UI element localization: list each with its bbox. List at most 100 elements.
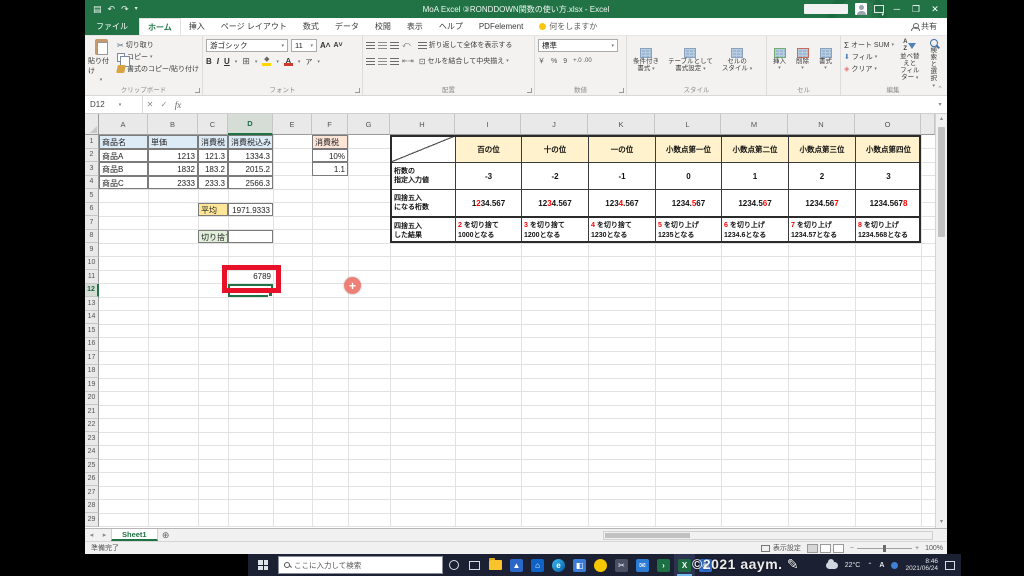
align-center-icon[interactable] (378, 58, 387, 65)
row-header-7[interactable]: 7 (85, 216, 99, 230)
ribbon-tab-挿入[interactable]: 挿入 (181, 18, 213, 35)
find-select-button[interactable]: 検索と選択 ▾ (926, 39, 942, 90)
tray-color-dot-icon[interactable] (891, 562, 898, 569)
row-header-13[interactable]: 13 (85, 297, 99, 311)
collapse-ribbon-icon[interactable]: ⌃ (937, 85, 943, 93)
task-view-icon[interactable] (464, 554, 485, 576)
save-icon[interactable]: ▤ (93, 0, 102, 18)
cell-D2[interactable]: 1334.3 (228, 149, 273, 163)
ribbon-tab-表示[interactable]: 表示 (399, 18, 431, 35)
font-size-select[interactable]: 11▾ (291, 39, 317, 52)
normal-view-icon[interactable] (807, 544, 818, 553)
cell-B2[interactable]: 1213 (148, 149, 198, 163)
page-layout-view-icon[interactable] (820, 544, 831, 553)
cell-A3[interactable]: 商品B (99, 162, 148, 176)
row-header-15[interactable]: 15 (85, 324, 99, 338)
column-header-N[interactable]: N (788, 114, 855, 135)
cell-D4[interactable]: 2566.3 (228, 176, 273, 190)
row-header-3[interactable]: 3 (85, 162, 99, 176)
cut-button[interactable]: ✂切り取り (117, 39, 199, 51)
row-header-25[interactable]: 25 (85, 459, 99, 473)
cell-C3[interactable]: 183.2 (198, 162, 228, 176)
ribbon-tab-データ[interactable]: データ (327, 18, 367, 35)
conditional-formatting-button[interactable]: 条件付き書式 ▾ (630, 48, 662, 73)
redo-icon[interactable]: ↷ (121, 0, 129, 18)
zoom-out-icon[interactable]: − (850, 545, 854, 552)
ribbon-tab-校閲[interactable]: 校閲 (367, 18, 399, 35)
number-format-select[interactable]: 標準▾ (538, 39, 618, 52)
close-button[interactable]: ✕ (929, 4, 941, 15)
format-cells-button[interactable]: 書式▾ (816, 48, 835, 72)
zoom-in-icon[interactable]: + (915, 545, 919, 552)
vertical-scroll-thumb[interactable] (938, 127, 945, 237)
display-settings-button[interactable]: 表示設定 (761, 543, 801, 553)
row-header-5[interactable]: 5 (85, 189, 99, 203)
ime-indicator[interactable]: A (879, 562, 884, 569)
decimal-icons[interactable]: +.0 .00 (573, 58, 592, 64)
row-header-1[interactable]: 1 (85, 135, 99, 149)
format-as-table-button[interactable]: テーブルとして書式設定 ▾ (665, 48, 716, 73)
ribbon-tab-ファイル[interactable]: ファイル (85, 18, 139, 35)
percent-icon[interactable]: % (551, 58, 557, 65)
restore-button[interactable]: ❐ (910, 4, 922, 15)
row-header-22[interactable]: 22 (85, 419, 99, 433)
wrap-text-button[interactable]: 折り返して全体を表示する (418, 39, 513, 51)
column-header-D[interactable]: D (228, 114, 273, 135)
zoom-thumb[interactable] (883, 545, 886, 552)
row-header-17[interactable]: 17 (85, 351, 99, 365)
currency-icon[interactable]: ￥ (538, 56, 545, 66)
row-header-24[interactable]: 24 (85, 446, 99, 460)
row-header-10[interactable]: 10 (85, 257, 99, 271)
insert-cells-button[interactable]: 挿入▾ (770, 48, 789, 72)
column-header-M[interactable]: M (721, 114, 788, 135)
store-icon[interactable]: ⌂ (527, 554, 548, 576)
undo-icon[interactable]: ↶ (108, 0, 116, 18)
row-header-20[interactable]: 20 (85, 392, 99, 406)
horizontal-scroll-thumb[interactable] (605, 533, 690, 538)
column-header-F[interactable]: F (312, 114, 348, 135)
row-header-2[interactable]: 2 (85, 149, 99, 163)
mail-icon[interactable]: ✉ (632, 554, 653, 576)
paste-button[interactable]: 貼り付け▾ (88, 39, 114, 83)
ribbon-tab-数式[interactable]: 数式 (295, 18, 327, 35)
italic-button[interactable]: I (217, 57, 219, 66)
column-header-O[interactable]: O (855, 114, 921, 135)
worksheet[interactable]: ABCDEFGHIJKLMNO1234567891011121314151617… (85, 114, 935, 528)
row-header-23[interactable]: 23 (85, 432, 99, 446)
tell-me-box[interactable]: 何をしますか (531, 18, 605, 35)
column-header-partial[interactable] (921, 114, 935, 135)
indent-icons[interactable]: ⇤⇥ (402, 57, 414, 65)
cell-B4[interactable]: 2333 (148, 176, 198, 190)
cell-D1[interactable]: 消費税込み (228, 135, 273, 149)
weather-icon[interactable] (826, 562, 838, 569)
sheet-nav-right-icon[interactable]: ▸ (98, 529, 111, 541)
cell-C6[interactable]: 平均 (198, 203, 228, 217)
ribbon-tab-ホーム[interactable]: ホーム (139, 18, 181, 35)
cell-D8[interactable] (228, 230, 273, 244)
edge-icon[interactable]: e (548, 554, 569, 576)
increase-font-icon[interactable]: A˄ (320, 41, 330, 50)
cell-D6[interactable]: 1971.9333 (228, 203, 273, 217)
copy-button[interactable]: コピー▾ (117, 51, 199, 63)
font-color-icon[interactable]: A (284, 57, 293, 66)
row-header-16[interactable]: 16 (85, 338, 99, 352)
cell-C4[interactable]: 233.3 (198, 176, 228, 190)
ribbon-tab-ページ レイアウト[interactable]: ページ レイアウト (213, 18, 295, 35)
account-name[interactable] (804, 4, 848, 14)
align-top-icon[interactable] (366, 42, 375, 49)
cell-F1[interactable]: 消費税 (312, 135, 348, 149)
horizontal-scrollbar[interactable] (603, 531, 933, 540)
account-avatar-icon[interactable] (855, 3, 867, 15)
cell-C8[interactable]: 切り捨て (198, 230, 228, 244)
share-button[interactable]: 共有 (901, 18, 947, 35)
row-header-6[interactable]: 6 (85, 203, 99, 217)
new-sheet-icon[interactable]: ⊕ (158, 529, 174, 541)
start-button[interactable] (248, 554, 278, 576)
orientation-icon[interactable]: ⤺ (402, 40, 411, 50)
cancel-icon[interactable]: ✕ (143, 100, 157, 109)
cell-B1[interactable]: 単価 (148, 135, 198, 149)
column-header-C[interactable]: C (198, 114, 228, 135)
fill-color-icon[interactable]: ◆ (262, 57, 271, 66)
page-break-view-icon[interactable] (833, 544, 844, 553)
row-header-18[interactable]: 18 (85, 365, 99, 379)
